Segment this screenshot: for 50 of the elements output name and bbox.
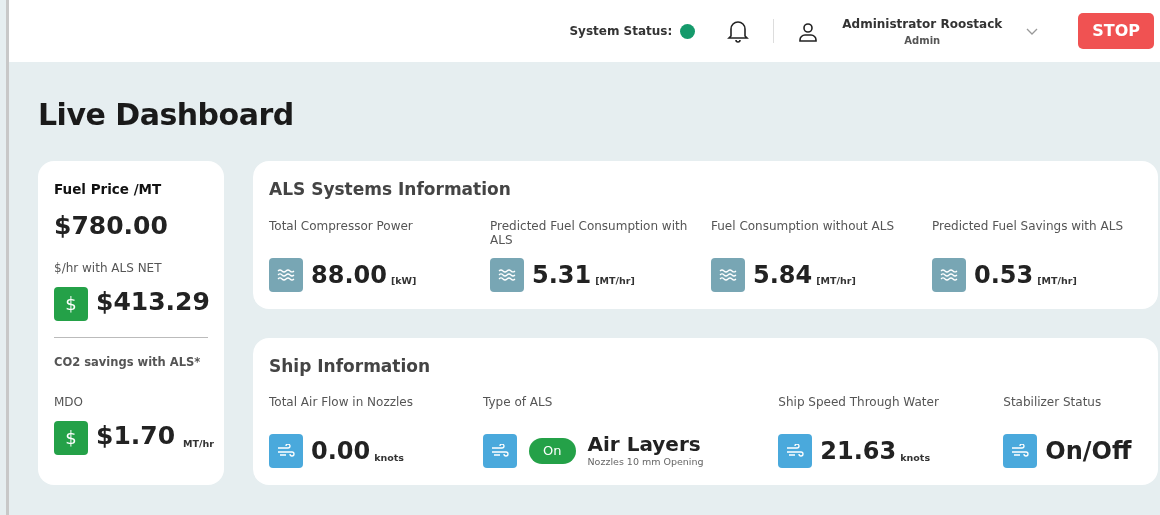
value-text: 0.53: [974, 259, 1034, 291]
waves-icon: [490, 257, 524, 292]
unit-text: knots: [900, 450, 931, 465]
waves-icon: [269, 257, 303, 292]
unit-text: [MT/hr]: [816, 274, 856, 289]
bell-icon[interactable]: [727, 18, 750, 44]
dollar-icon: $: [54, 420, 88, 455]
co2-title: CO2 savings with ALS*: [54, 353, 202, 371]
value-text: 5.84: [753, 259, 813, 291]
unit-text: [MT/hr]: [595, 274, 635, 289]
value-text: On/Off: [1045, 436, 1132, 467]
value-text: 21.63: [820, 436, 897, 467]
metric-label: Total Compressor Power: [269, 218, 414, 235]
panel-title: ALS Systems Information: [269, 178, 512, 201]
value-text: Air Layers: [587, 433, 702, 455]
page-title: Live Dashboard: [38, 96, 295, 134]
net-label: $/hr with ALS NET: [54, 260, 163, 276]
metric-label: Predicted Fuel Consumption with ALS: [490, 218, 689, 249]
value-text: 5.31: [532, 259, 592, 291]
dollar-icon: $: [54, 286, 88, 321]
user-name[interactable]: Administrator Roostack: [842, 14, 1003, 33]
toggle-switch[interactable]: On: [529, 438, 576, 464]
unit-text: knots: [374, 450, 405, 465]
panel-title: Ship Information: [269, 354, 432, 378]
wind-icon: [778, 434, 813, 468]
value-text: 0.00: [311, 436, 371, 467]
fuel-price-value: $780.00: [54, 210, 169, 243]
fuel-type: MDO: [54, 394, 85, 410]
metric-label: Predicted Fuel Savings with ALS: [932, 218, 1124, 235]
status-label: System Status:: [569, 23, 673, 40]
metric-label: Total Air Flow in Nozzles: [269, 395, 414, 411]
value-text: 88.00: [311, 259, 387, 291]
metric-label: Stabilizer Status: [1003, 395, 1103, 411]
value-text: $1.70: [96, 420, 176, 453]
waves-icon: [711, 257, 745, 292]
unit-text: [MT/hr]: [1037, 274, 1077, 289]
waves-icon: [932, 257, 966, 292]
wind-icon: [483, 434, 518, 469]
value-text: $413.29: [96, 286, 210, 319]
metric-label: Ship Speed Through Water: [778, 395, 940, 411]
fuel-price-title: Fuel Price /MT: [54, 180, 163, 199]
metric-label: Type of ALS: [483, 395, 554, 411]
stop-button[interactable]: STOP: [1078, 13, 1154, 49]
user-role: Admin: [903, 33, 942, 48]
note-text: Nozzles 10 mm Opening: [587, 455, 704, 469]
metric-label: Fuel Consumption without ALS: [711, 218, 896, 235]
unit-text: MT/hr: [183, 436, 214, 451]
wind-icon: [1003, 434, 1038, 468]
unit-text: [kW]: [390, 274, 417, 289]
wind-icon: [269, 434, 303, 468]
